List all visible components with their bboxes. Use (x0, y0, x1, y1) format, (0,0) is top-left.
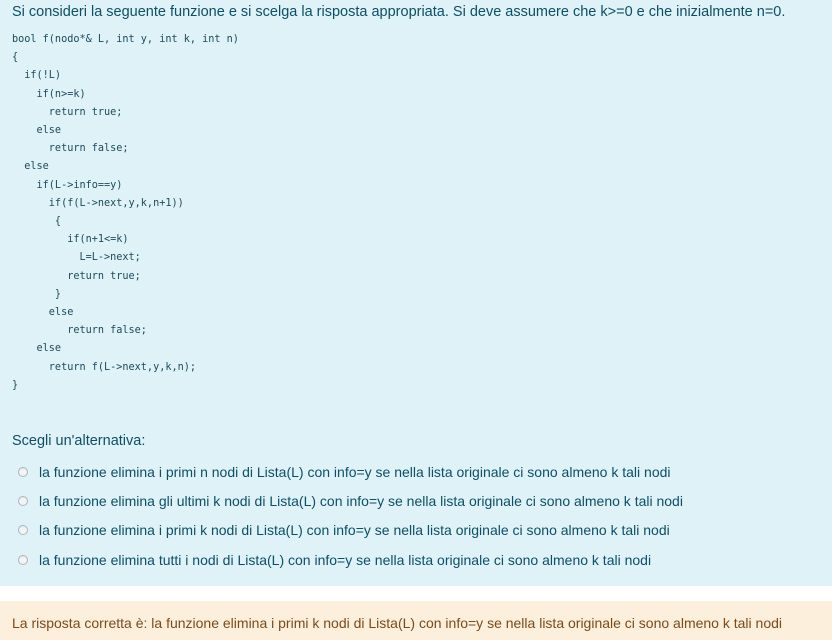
radio-button-icon[interactable] (18, 554, 28, 565)
answer-option-1[interactable]: la funzione elimina i primi n nodi di Li… (18, 457, 683, 486)
radio-button-icon[interactable] (18, 525, 28, 536)
question-panel: Si consideri la seguente funzione e si s… (0, 0, 832, 586)
answer-option-label[interactable]: la funzione elimina i primi n nodi di Li… (39, 464, 671, 480)
feedback-panel: La risposta corretta è: la funzione elim… (0, 601, 832, 640)
radio-button-icon[interactable] (18, 495, 28, 506)
correct-answer-feedback: La risposta corretta è: la funzione elim… (12, 615, 783, 631)
answer-prompt: Scegli un'alternativa: (12, 433, 146, 449)
answer-option-label[interactable]: la funzione elimina tutti i nodi di List… (39, 552, 651, 568)
answer-option-label[interactable]: la funzione elimina gli ultimi k nodi di… (39, 493, 683, 509)
answer-option-label[interactable]: la funzione elimina i primi k nodi di Li… (39, 522, 670, 538)
code-block: bool f(nodo*& L, int y, int k, int n) { … (12, 34, 239, 391)
answer-option-2[interactable]: la funzione elimina gli ultimi k nodi di… (18, 486, 683, 515)
answer-option-4[interactable]: la funzione elimina tutti i nodi di List… (18, 545, 683, 574)
answer-option-3[interactable]: la funzione elimina i primi k nodi di Li… (18, 516, 683, 545)
answer-options: la funzione elimina i primi n nodi di Li… (18, 457, 683, 574)
radio-button-icon[interactable] (18, 466, 28, 477)
question-text: Si consideri la seguente funzione e si s… (12, 4, 786, 20)
